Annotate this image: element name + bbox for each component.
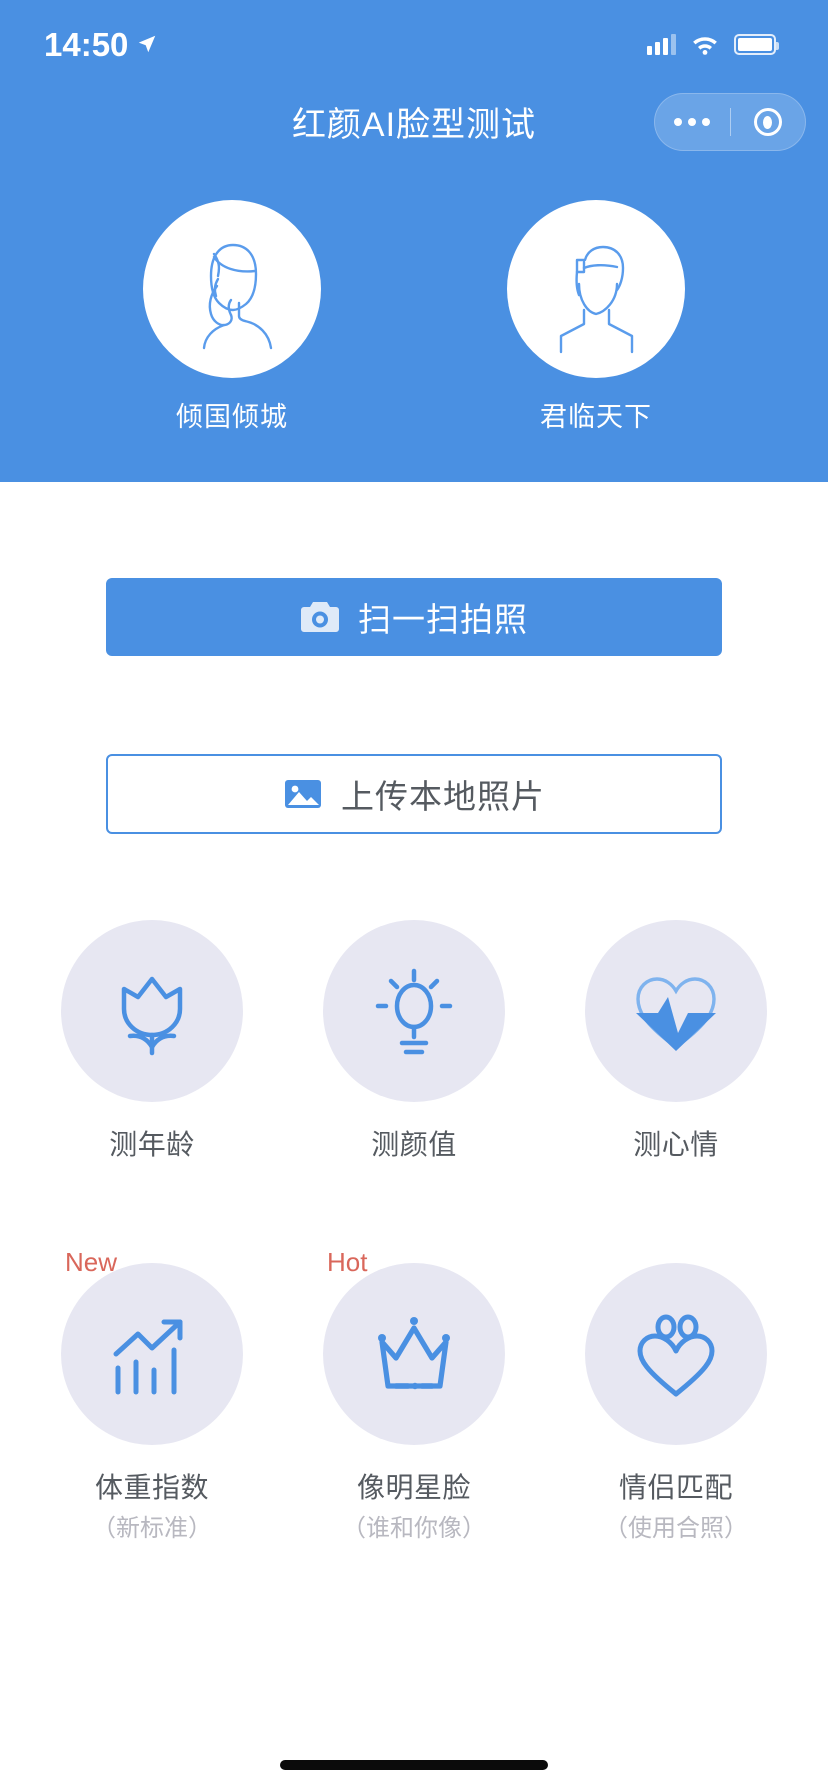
feature-icon-circle[interactable] (585, 920, 767, 1102)
miniprogram-capsule[interactable] (654, 93, 806, 151)
gender-option-male[interactable]: 君临天下 (507, 200, 685, 431)
more-menu-button[interactable] (655, 94, 730, 150)
status-badge: New (65, 1246, 118, 1277)
bar-chart-arrow-icon (113, 1319, 183, 1395)
feature-label: 测颜值 (371, 1129, 457, 1160)
couple-heart-icon (637, 1314, 715, 1397)
feature-label: 测心情 (633, 1129, 719, 1160)
female-avatar-icon (202, 243, 273, 350)
feature-row-1: 测年龄 测颜值 测心情 (0, 920, 828, 1161)
gender-selector: 倾国倾城 君临天下 (0, 200, 828, 431)
tulip-flower-icon (121, 976, 183, 1056)
battery-icon (734, 33, 779, 55)
gender-label: 君临天下 (540, 402, 652, 432)
status-badge: Hot (327, 1246, 368, 1277)
lightbulb-icon (375, 968, 453, 1055)
feature-sublabel: （谁和你像） (342, 1514, 486, 1542)
heart-pulse-icon (636, 977, 716, 1051)
home-indicator (280, 1760, 548, 1770)
close-miniprogram-button[interactable] (731, 94, 806, 150)
app-root: 14:50 红颜AI脸型测试 倾国倾城 君临天下 扫一扫拍照 上传本地照片 测年… (0, 0, 828, 1792)
gender-avatar-circle[interactable] (143, 200, 321, 378)
feature-icon-circle[interactable] (323, 920, 505, 1102)
feature-icon-circle[interactable] (61, 920, 243, 1102)
header-panel: 14:50 红颜AI脸型测试 倾国倾城 君临天下 (0, 0, 828, 482)
feature-icon-circle[interactable] (585, 1262, 767, 1445)
feature-age[interactable]: 测年龄 (61, 920, 243, 1161)
feature-mood[interactable]: 测心情 (585, 920, 767, 1161)
location-arrow-icon (139, 35, 156, 53)
status-bar: 14:50 (0, 0, 828, 88)
gender-avatar-circle[interactable] (507, 200, 685, 378)
scan-photo-button[interactable]: 扫一扫拍照 (106, 578, 722, 656)
nav-bar: 红颜AI脸型测试 (0, 88, 828, 158)
feature-bmi[interactable]: New 体重指数 （新标准） (61, 1249, 243, 1542)
feature-icon-circle[interactable] (61, 1262, 243, 1445)
feature-icon-circle[interactable] (323, 1262, 505, 1445)
feature-label: 情侣匹配 (618, 1471, 733, 1503)
feature-row-2: New 体重指数 （新标准） Hot 像明星脸 （谁和你像） 情侣匹配 （使用合… (0, 1249, 828, 1542)
cellular-signal-icon (647, 33, 676, 55)
male-avatar-icon (559, 245, 634, 354)
gender-option-female[interactable]: 倾国倾城 (143, 200, 321, 431)
target-circle-icon (753, 108, 782, 136)
feature-label: 像明星脸 (356, 1471, 471, 1503)
feature-sublabel: （使用合照） (604, 1514, 748, 1542)
camera-icon (301, 602, 339, 632)
scan-photo-label: 扫一扫拍照 (358, 601, 528, 638)
feature-couple-match[interactable]: 情侣匹配 （使用合照） (585, 1262, 767, 1542)
feature-grid: 测年龄 测颜值 测心情 New 体重指数 （新标准） Hot 像明星脸 （谁和你… (0, 920, 828, 1542)
status-bar-clock: 14:50 (44, 25, 129, 63)
upload-photo-button[interactable]: 上传本地照片 (106, 754, 722, 834)
wifi-icon (693, 37, 717, 55)
upload-photo-label: 上传本地照片 (341, 778, 545, 815)
feature-celebrity-face[interactable]: Hot 像明星脸 （谁和你像） (323, 1249, 505, 1542)
crown-icon (378, 1316, 450, 1389)
feature-sublabel: （新标准） (92, 1514, 212, 1542)
status-bar-left: 14:50 (44, 28, 158, 61)
image-icon (285, 780, 321, 808)
status-bar-right (647, 33, 779, 55)
more-dots-icon (674, 118, 711, 126)
gender-label: 倾国倾城 (176, 402, 288, 432)
feature-beauty[interactable]: 测颜值 (323, 920, 505, 1161)
feature-label: 测年龄 (109, 1129, 195, 1160)
feature-label: 体重指数 (94, 1471, 209, 1503)
